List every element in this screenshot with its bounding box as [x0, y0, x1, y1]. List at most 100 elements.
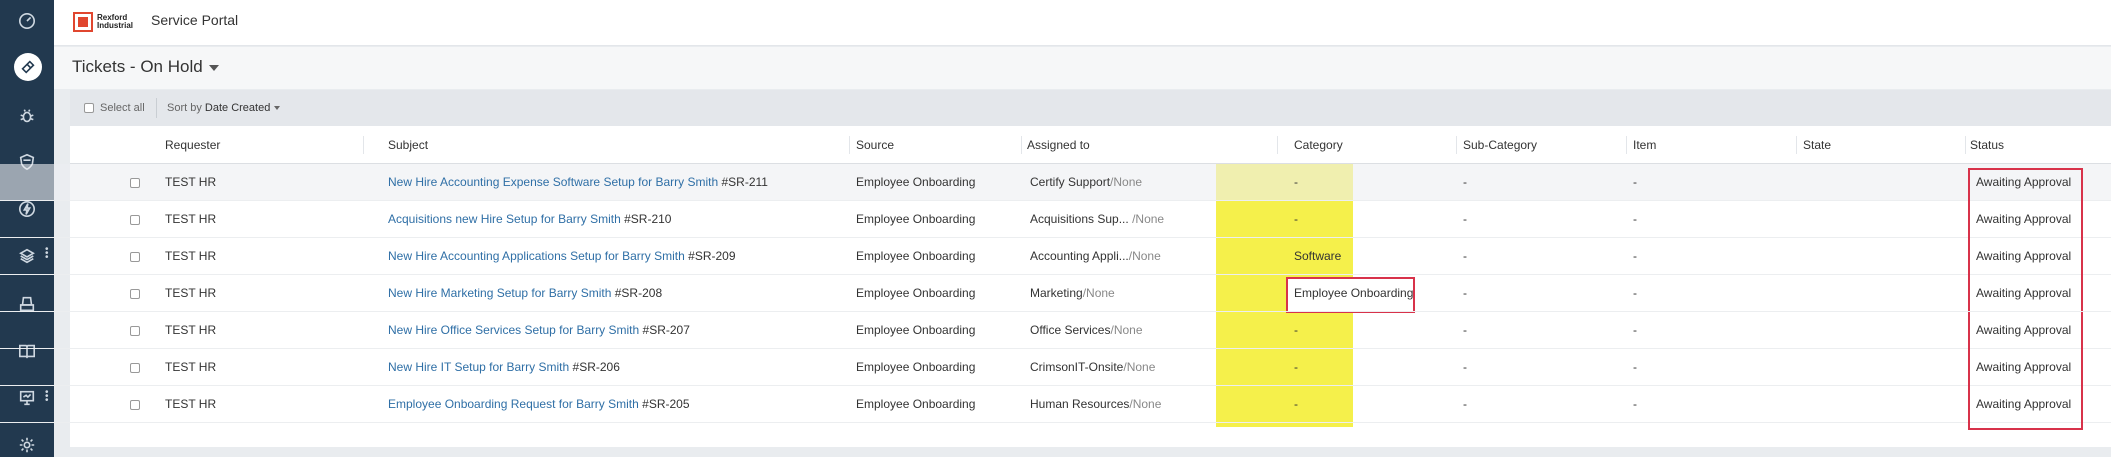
- row-checkbox[interactable]: [130, 326, 140, 336]
- bug-icon[interactable]: [15, 104, 39, 128]
- table-row[interactable]: TEST HR New Hire Marketing Setup for Bar…: [0, 275, 2111, 312]
- subject-link[interactable]: New Hire IT Setup for Barry Smith #SR-20…: [388, 360, 620, 374]
- category-cell: -: [1294, 323, 1298, 337]
- row-checkbox[interactable]: [130, 400, 140, 410]
- logo-text-line-2: Industrial: [97, 21, 134, 30]
- caret-down-icon: [274, 106, 281, 111]
- ticket-ref: #SR-208: [614, 286, 663, 300]
- column-header-assigned-to[interactable]: Assigned to: [1027, 138, 1090, 152]
- row-checkbox[interactable]: [130, 252, 140, 262]
- requester-cell: TEST HR: [165, 212, 217, 226]
- category-cell: -: [1294, 175, 1298, 189]
- column-header-source[interactable]: Source: [856, 138, 894, 152]
- ticket-icon[interactable]: [14, 53, 42, 81]
- select-all-checkbox[interactable]: [84, 103, 94, 113]
- table-row[interactable]: TEST HR New Hire Accounting Applications…: [0, 238, 2111, 275]
- category-cell: -: [1294, 360, 1298, 374]
- item-cell: -: [1633, 360, 1637, 374]
- toolbar-divider: [156, 98, 157, 118]
- requester-cell: TEST HR: [165, 175, 217, 189]
- source-cell: Employee Onboarding: [856, 249, 976, 263]
- item-cell: -: [1633, 249, 1637, 263]
- row-checkbox[interactable]: [130, 215, 140, 225]
- requester-cell: TEST HR: [165, 397, 217, 411]
- ticket-ref: #SR-211: [721, 175, 768, 189]
- requester-cell: TEST HR: [165, 323, 217, 337]
- subcategory-cell: -: [1463, 249, 1467, 263]
- column-divider: [1965, 136, 1966, 154]
- subject-link[interactable]: Employee Onboarding Request for Barry Sm…: [388, 397, 690, 411]
- column-divider: [363, 136, 364, 154]
- column-divider: [849, 136, 850, 154]
- subcategory-cell: -: [1463, 360, 1467, 374]
- list-toolbar: Select all Sort by Date Created: [70, 90, 2111, 126]
- category-cell: -: [1294, 212, 1298, 226]
- column-header-status[interactable]: Status: [1970, 138, 2004, 152]
- assigned-cell: Accounting Appli.../None: [1030, 249, 1161, 263]
- column-divider: [1456, 136, 1457, 154]
- portal-title: Service Portal: [151, 12, 239, 28]
- subcategory-cell: -: [1463, 397, 1467, 411]
- category-cell: -: [1294, 397, 1298, 411]
- assigned-cell: Certify Support/None: [1030, 175, 1143, 189]
- status-cell: Awaiting Approval: [1976, 286, 2072, 300]
- ticket-ref: #SR-207: [642, 323, 690, 337]
- item-cell: -: [1633, 212, 1637, 226]
- row-checkbox[interactable]: [130, 363, 140, 373]
- subject-link[interactable]: New Hire Accounting Expense Software Set…: [388, 175, 768, 189]
- subcategory-cell: -: [1463, 212, 1467, 226]
- requester-cell: TEST HR: [165, 286, 217, 300]
- table-row[interactable]: TEST HR Acquisitions new Hire Setup for …: [0, 201, 2111, 238]
- column-divider: [1796, 136, 1797, 154]
- assigned-cell: Acquisitions Sup... /None: [1030, 212, 1165, 226]
- assigned-cell: Human Resources/None: [1030, 397, 1162, 411]
- company-logo[interactable]: Rexford Industrial: [73, 8, 143, 36]
- source-cell: Employee Onboarding: [856, 212, 976, 226]
- item-cell: -: [1633, 175, 1637, 189]
- table-row[interactable]: TEST HR Employee Onboarding Request for …: [0, 386, 2111, 423]
- subcategory-cell: -: [1463, 323, 1467, 337]
- item-cell: -: [1633, 286, 1637, 300]
- table-row[interactable]: TEST HR New Hire IT Setup for Barry Smit…: [0, 349, 2111, 386]
- source-cell: Employee Onboarding: [856, 175, 976, 189]
- requester-cell: TEST HR: [165, 249, 217, 263]
- subject-link[interactable]: Acquisitions new Hire Setup for Barry Sm…: [388, 212, 671, 226]
- row-checkbox[interactable]: [130, 289, 140, 299]
- source-cell: Employee Onboarding: [856, 286, 976, 300]
- gear-icon[interactable]: [15, 433, 39, 457]
- column-header-item[interactable]: Item: [1633, 138, 1656, 152]
- column-header-requester[interactable]: Requester: [165, 138, 220, 152]
- assigned-cell: Marketing/None: [1030, 286, 1115, 300]
- category-cell: Employee Onboarding: [1294, 286, 1414, 300]
- sort-prefix: Sort by: [167, 102, 205, 114]
- chevron-down-icon: [208, 64, 219, 71]
- ticket-ref: #SR-205: [642, 397, 690, 411]
- column-header-category[interactable]: Category: [1294, 138, 1343, 152]
- page-title-dropdown[interactable]: Tickets - On Hold: [72, 57, 219, 77]
- sort-dropdown[interactable]: Sort by Date Created: [167, 102, 281, 114]
- column-header-subject[interactable]: Subject: [388, 138, 428, 152]
- subject-link[interactable]: New Hire Accounting Applications Setup f…: [388, 249, 736, 263]
- subject-link[interactable]: New Hire Marketing Setup for Barry Smith…: [388, 286, 662, 300]
- category-cell: Software: [1294, 249, 1342, 263]
- dashboard-icon[interactable]: [15, 9, 39, 33]
- source-cell: Employee Onboarding: [856, 323, 976, 337]
- page-title: Tickets - On Hold: [72, 57, 203, 76]
- row-checkbox[interactable]: [130, 178, 140, 188]
- subject-link[interactable]: New Hire Office Services Setup for Barry…: [388, 323, 690, 337]
- table-row[interactable]: TEST HR New Hire Office Services Setup f…: [0, 312, 2111, 349]
- column-header-state[interactable]: State: [1803, 138, 1831, 152]
- assigned-cell: Office Services/None: [1030, 323, 1143, 337]
- select-all-label: Select all: [100, 102, 145, 114]
- requester-cell: TEST HR: [165, 360, 217, 374]
- assigned-cell: CrimsonIT-Onsite/None: [1030, 360, 1156, 374]
- column-header-sub-category[interactable]: Sub-Category: [1463, 138, 1537, 152]
- table-header: Requester Subject Source Assigned to Cat…: [70, 126, 2111, 164]
- table-row[interactable]: TEST HR New Hire Accounting Expense Soft…: [0, 164, 2111, 201]
- item-cell: -: [1633, 397, 1637, 411]
- logo-mark-icon: [73, 12, 93, 32]
- select-all[interactable]: Select all: [84, 102, 145, 114]
- column-divider: [1021, 136, 1022, 154]
- subcategory-cell: -: [1463, 286, 1467, 300]
- top-bar: Rexford Industrial Service Portal: [54, 0, 2111, 46]
